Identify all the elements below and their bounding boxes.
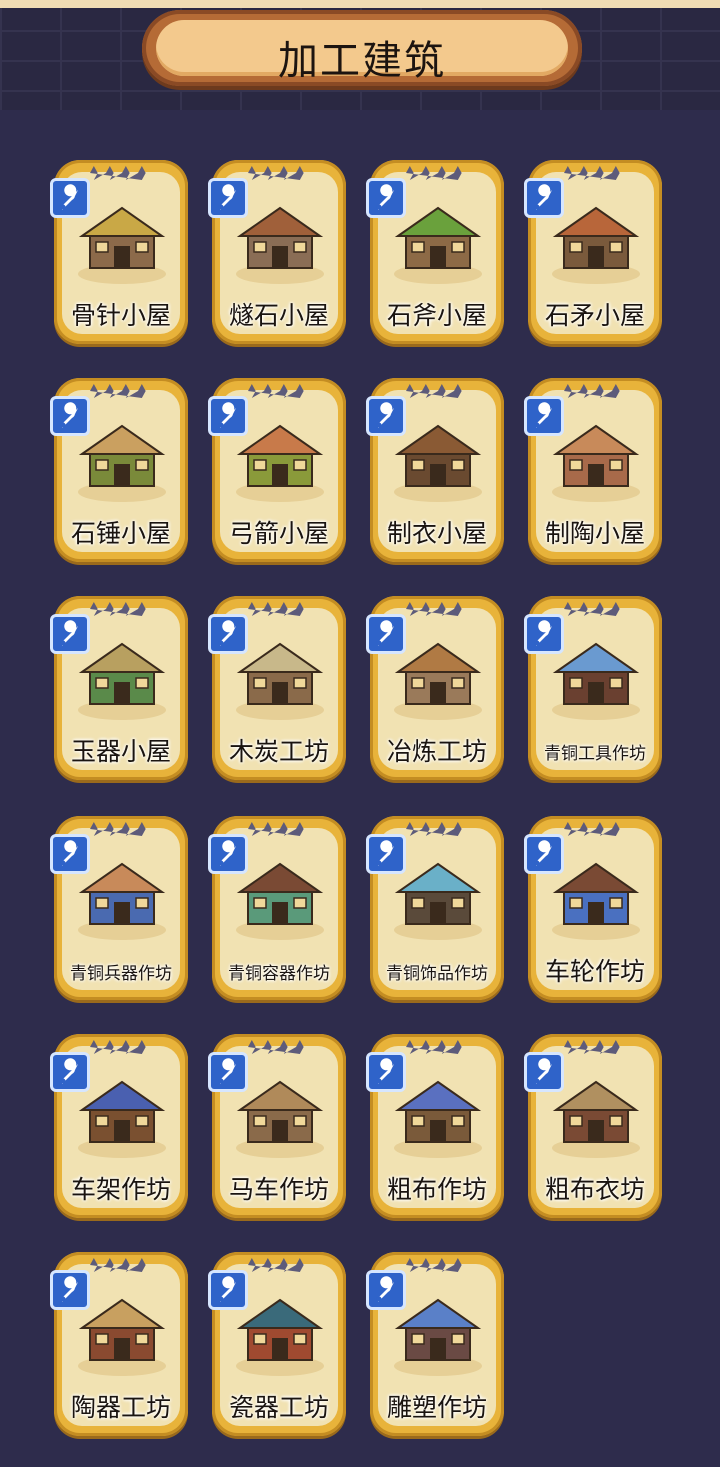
building-name: 青铜饰品作坊 xyxy=(386,964,488,984)
wrench-icon[interactable] xyxy=(50,1270,90,1310)
wrench-icon[interactable] xyxy=(366,178,406,218)
building-card[interactable]: 雕塑作坊 xyxy=(366,1252,504,1436)
page-title: 加工建筑 xyxy=(278,38,446,84)
title-inner: 加工建筑 xyxy=(156,20,568,84)
wrench-icon[interactable] xyxy=(208,396,248,436)
wrench-icon[interactable] xyxy=(366,614,406,654)
building-card[interactable]: 青铜容器作坊 xyxy=(208,816,346,1000)
building-name: 青铜兵器作坊 xyxy=(70,964,172,984)
building-card[interactable]: 木炭工坊 xyxy=(208,596,346,780)
building-name: 马车作坊 xyxy=(228,1175,329,1204)
wrench-icon[interactable] xyxy=(524,1052,564,1092)
building-card[interactable]: 冶炼工坊 xyxy=(366,596,504,780)
building-name: 雕塑作坊 xyxy=(386,1393,487,1422)
wrench-icon[interactable] xyxy=(366,1052,406,1092)
building-name: 石斧小屋 xyxy=(386,301,487,330)
building-name: 石锤小屋 xyxy=(70,519,171,548)
building-name: 制衣小屋 xyxy=(386,519,487,548)
building-name: 青铜工具作坊 xyxy=(544,744,646,764)
building-card[interactable]: 车轮作坊 xyxy=(524,816,662,1000)
building-name: 冶炼工坊 xyxy=(386,737,487,766)
wrench-icon[interactable] xyxy=(50,834,90,874)
building-card[interactable]: 骨针小屋 xyxy=(50,160,188,344)
wrench-icon[interactable] xyxy=(50,178,90,218)
wrench-icon[interactable] xyxy=(208,1270,248,1310)
building-name: 玉器小屋 xyxy=(70,737,171,766)
wrench-icon[interactable] xyxy=(524,178,564,218)
building-card[interactable]: 石斧小屋 xyxy=(366,160,504,344)
building-name: 车轮作坊 xyxy=(544,957,645,986)
building-name: 燧石小屋 xyxy=(228,301,329,330)
building-name: 弓箭小屋 xyxy=(228,519,329,548)
building-card[interactable]: 瓷器工坊 xyxy=(208,1252,346,1436)
wrench-icon[interactable] xyxy=(50,396,90,436)
building-name: 粗布衣坊 xyxy=(544,1175,645,1204)
wrench-icon[interactable] xyxy=(208,614,248,654)
building-card[interactable]: 马车作坊 xyxy=(208,1034,346,1218)
building-name: 制陶小屋 xyxy=(544,519,645,548)
banner-edge xyxy=(0,0,720,8)
building-card[interactable]: 玉器小屋 xyxy=(50,596,188,780)
building-card[interactable]: 石矛小屋 xyxy=(524,160,662,344)
building-card[interactable]: 青铜兵器作坊 xyxy=(50,816,188,1000)
building-card[interactable]: 弓箭小屋 xyxy=(208,378,346,562)
building-card[interactable]: 石锤小屋 xyxy=(50,378,188,562)
building-name: 青铜容器作坊 xyxy=(228,964,330,984)
building-card[interactable]: 粗布衣坊 xyxy=(524,1034,662,1218)
wrench-icon[interactable] xyxy=(524,614,564,654)
wrench-icon[interactable] xyxy=(524,834,564,874)
building-name: 瓷器工坊 xyxy=(228,1393,329,1422)
building-name: 骨针小屋 xyxy=(70,301,171,330)
building-name: 车架作坊 xyxy=(70,1175,171,1204)
wrench-icon[interactable] xyxy=(208,178,248,218)
wrench-icon[interactable] xyxy=(366,834,406,874)
wrench-icon[interactable] xyxy=(524,396,564,436)
title-plaque: 加工建筑 xyxy=(142,10,582,86)
wrench-icon[interactable] xyxy=(366,396,406,436)
building-name: 粗布作坊 xyxy=(386,1175,487,1204)
building-card[interactable]: 粗布作坊 xyxy=(366,1034,504,1218)
wrench-icon[interactable] xyxy=(208,834,248,874)
building-card[interactable]: 陶器工坊 xyxy=(50,1252,188,1436)
building-card[interactable]: 制衣小屋 xyxy=(366,378,504,562)
wrench-icon[interactable] xyxy=(366,1270,406,1310)
building-card[interactable]: 车架作坊 xyxy=(50,1034,188,1218)
building-name: 木炭工坊 xyxy=(228,737,329,766)
wrench-icon[interactable] xyxy=(208,1052,248,1092)
building-card[interactable]: 燧石小屋 xyxy=(208,160,346,344)
building-card[interactable]: 青铜工具作坊 xyxy=(524,596,662,780)
building-name: 石矛小屋 xyxy=(544,301,645,330)
wrench-icon[interactable] xyxy=(50,1052,90,1092)
wrench-icon[interactable] xyxy=(50,614,90,654)
building-card[interactable]: 青铜饰品作坊 xyxy=(366,816,504,1000)
building-card[interactable]: 制陶小屋 xyxy=(524,378,662,562)
building-name: 陶器工坊 xyxy=(70,1393,171,1422)
